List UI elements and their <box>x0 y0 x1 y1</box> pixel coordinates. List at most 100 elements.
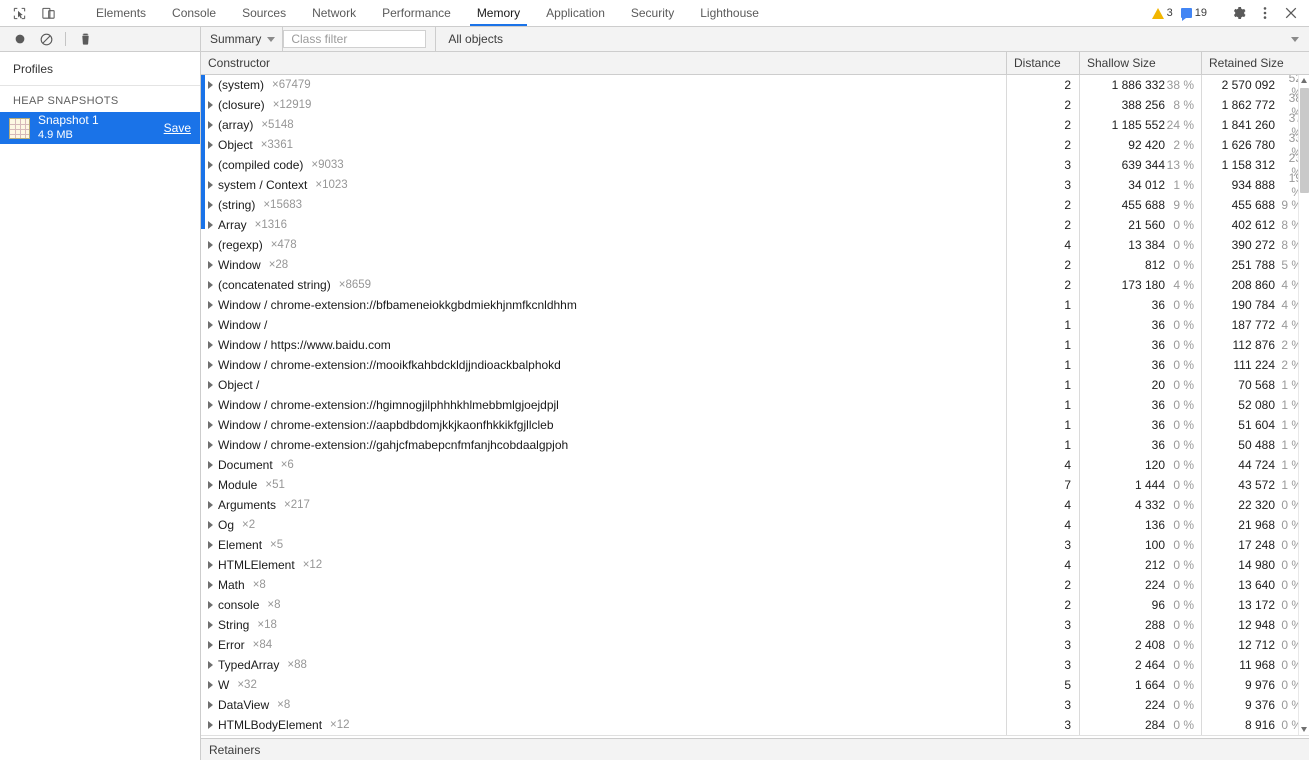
column-header-retained-size[interactable]: Retained Size <box>1202 52 1309 74</box>
table-row[interactable]: Arguments ×217 4 4 332 0 % 22 320 0 % <box>201 495 1309 515</box>
view-mode-select[interactable]: Summary <box>201 27 284 51</box>
tab-console[interactable]: Console <box>159 0 229 26</box>
expand-triangle-icon[interactable] <box>208 701 213 709</box>
trash-icon[interactable] <box>73 28 97 50</box>
objects-scope-select[interactable]: All objects <box>435 27 1309 51</box>
close-icon[interactable] <box>1279 1 1303 25</box>
message-counter[interactable]: 19 <box>1178 7 1210 21</box>
table-row[interactable]: String ×18 3 288 0 % 12 948 0 % <box>201 615 1309 635</box>
expand-triangle-icon[interactable] <box>208 441 213 449</box>
tab-elements[interactable]: Elements <box>83 0 159 26</box>
expand-triangle-icon[interactable] <box>208 281 213 289</box>
expand-triangle-icon[interactable] <box>208 121 213 129</box>
kebab-menu-icon[interactable] <box>1253 1 1277 25</box>
expand-triangle-icon[interactable] <box>208 341 213 349</box>
table-row[interactable]: Array ×1316 2 21 560 0 % 402 612 8 % <box>201 215 1309 235</box>
expand-triangle-icon[interactable] <box>208 721 213 729</box>
table-row[interactable]: (string) ×15683 2 455 688 9 % 455 688 9 % <box>201 195 1309 215</box>
inspect-element-icon[interactable] <box>8 2 30 24</box>
expand-triangle-icon[interactable] <box>208 461 213 469</box>
expand-triangle-icon[interactable] <box>208 241 213 249</box>
expand-triangle-icon[interactable] <box>208 201 213 209</box>
table-row[interactable]: W ×32 5 1 664 0 % 9 976 0 % <box>201 675 1309 695</box>
column-header-distance[interactable]: Distance <box>1007 52 1080 74</box>
scrollbar-thumb[interactable] <box>1299 88 1309 193</box>
expand-triangle-icon[interactable] <box>208 321 213 329</box>
expand-triangle-icon[interactable] <box>208 501 213 509</box>
expand-triangle-icon[interactable] <box>208 521 213 529</box>
expand-triangle-icon[interactable] <box>208 541 213 549</box>
table-row[interactable]: Window / chrome-extension://mooikfkahbdc… <box>201 355 1309 375</box>
table-row[interactable]: Window ×28 2 812 0 % 251 788 5 % <box>201 255 1309 275</box>
table-row[interactable]: Element ×5 3 100 0 % 17 248 0 % <box>201 535 1309 555</box>
snapshot-save-link[interactable]: Save <box>164 121 191 135</box>
retainers-section-header[interactable]: Retainers <box>201 738 1309 760</box>
record-circle-icon[interactable] <box>8 28 32 50</box>
tab-security[interactable]: Security <box>618 0 687 26</box>
expand-triangle-icon[interactable] <box>208 361 213 369</box>
scroll-up-arrow-icon[interactable] <box>1299 75 1309 86</box>
table-row[interactable]: Window / 1 36 0 % 187 772 4 % <box>201 315 1309 335</box>
tab-network[interactable]: Network <box>299 0 369 26</box>
sidebar-item-snapshot-1[interactable]: Snapshot 1 4.9 MB Save <box>0 112 200 144</box>
expand-triangle-icon[interactable] <box>208 621 213 629</box>
table-row[interactable]: Object ×3361 2 92 420 2 % 1 626 780 33 % <box>201 131 1309 159</box>
table-row[interactable]: Window / chrome-extension://aapbdbdomjkk… <box>201 415 1309 435</box>
expand-triangle-icon[interactable] <box>208 81 213 89</box>
warning-counter[interactable]: 3 <box>1149 7 1176 19</box>
expand-triangle-icon[interactable] <box>208 261 213 269</box>
grid-vertical-scrollbar[interactable] <box>1298 75 1309 735</box>
expand-triangle-icon[interactable] <box>208 181 213 189</box>
table-row[interactable]: Document ×6 4 120 0 % 44 724 1 % <box>201 455 1309 475</box>
column-header-constructor[interactable]: Constructor <box>201 52 1007 74</box>
table-row[interactable]: HTMLElement ×12 4 212 0 % 14 980 0 % <box>201 555 1309 575</box>
tab-memory[interactable]: Memory <box>464 0 533 26</box>
class-filter-input[interactable]: Class filter <box>283 30 427 48</box>
expand-triangle-icon[interactable] <box>208 221 213 229</box>
expand-triangle-icon[interactable] <box>208 141 213 149</box>
table-row[interactable]: Object / 1 20 0 % 70 568 1 % <box>201 375 1309 395</box>
table-row[interactable]: Window / chrome-extension://hgimnogjilph… <box>201 395 1309 415</box>
tab-lighthouse[interactable]: Lighthouse <box>687 0 772 26</box>
table-row[interactable]: (concatenated string) ×8659 2 173 180 4 % 208… <box>201 275 1309 295</box>
expand-triangle-icon[interactable] <box>208 401 213 409</box>
expand-triangle-icon[interactable] <box>208 161 213 169</box>
table-row[interactable]: Og ×2 4 136 0 % 21 968 0 % <box>201 515 1309 535</box>
table-row[interactable]: Error ×84 3 2 408 0 % 12 712 0 % <box>201 635 1309 655</box>
table-row[interactable]: Window / chrome-extension://gahjcfmabepc… <box>201 435 1309 455</box>
table-row[interactable]: Math ×8 2 224 0 % 13 640 0 % <box>201 575 1309 595</box>
table-row[interactable]: Window / https://www.baidu.com 1 36 0 % 112 … <box>201 335 1309 355</box>
table-row[interactable]: (compiled code) ×9033 3 639 344 13 % 1 158 31… <box>201 151 1309 179</box>
table-row[interactable]: (system) ×67479 2 1 886 332 38 % 2 570 092 52 … <box>201 75 1309 99</box>
tab-application[interactable]: Application <box>533 0 618 26</box>
expand-triangle-icon[interactable] <box>208 601 213 609</box>
device-toolbar-icon[interactable] <box>37 2 59 24</box>
table-row[interactable]: (regexp) ×478 4 13 384 0 % 390 272 8 % <box>201 235 1309 255</box>
expand-triangle-icon[interactable] <box>208 661 213 669</box>
table-row[interactable]: console ×8 2 96 0 % 13 172 0 % <box>201 595 1309 615</box>
table-row[interactable]: (closure) ×12919 2 388 256 8 % 1 862 772 38 % <box>201 91 1309 119</box>
expand-triangle-icon[interactable] <box>208 301 213 309</box>
table-row[interactable]: HTMLBodyElement ×12 3 284 0 % 8 916 0 % <box>201 715 1309 735</box>
expand-triangle-icon[interactable] <box>208 381 213 389</box>
tab-sources[interactable]: Sources <box>229 0 299 26</box>
tab-performance[interactable]: Performance <box>369 0 464 26</box>
expand-triangle-icon[interactable] <box>208 641 213 649</box>
column-header-shallow-size[interactable]: Shallow Size <box>1080 52 1202 74</box>
scroll-down-arrow-icon[interactable] <box>1299 724 1309 735</box>
gear-icon[interactable] <box>1227 1 1251 25</box>
table-row[interactable]: Window / chrome-extension://bfbameneiokk… <box>201 295 1309 315</box>
table-row[interactable]: TypedArray ×88 3 2 464 0 % 11 968 0 % <box>201 655 1309 675</box>
shallow-size-percent: 0 % <box>1173 478 1194 492</box>
expand-triangle-icon[interactable] <box>208 681 213 689</box>
expand-triangle-icon[interactable] <box>208 581 213 589</box>
expand-triangle-icon[interactable] <box>208 481 213 489</box>
no-entry-clear-icon[interactable] <box>34 28 58 50</box>
expand-triangle-icon[interactable] <box>208 101 213 109</box>
table-row[interactable]: Module ×51 7 1 444 0 % 43 572 1 % <box>201 475 1309 495</box>
table-row[interactable]: (array) ×5148 2 1 185 552 24 % 1 841 260 37 % <box>201 111 1309 139</box>
expand-triangle-icon[interactable] <box>208 421 213 429</box>
table-row[interactable]: system / Context ×1023 3 34 012 1 % 934 888 19… <box>201 171 1309 199</box>
table-row[interactable]: DataView ×8 3 224 0 % 9 376 0 % <box>201 695 1309 715</box>
expand-triangle-icon[interactable] <box>208 561 213 569</box>
